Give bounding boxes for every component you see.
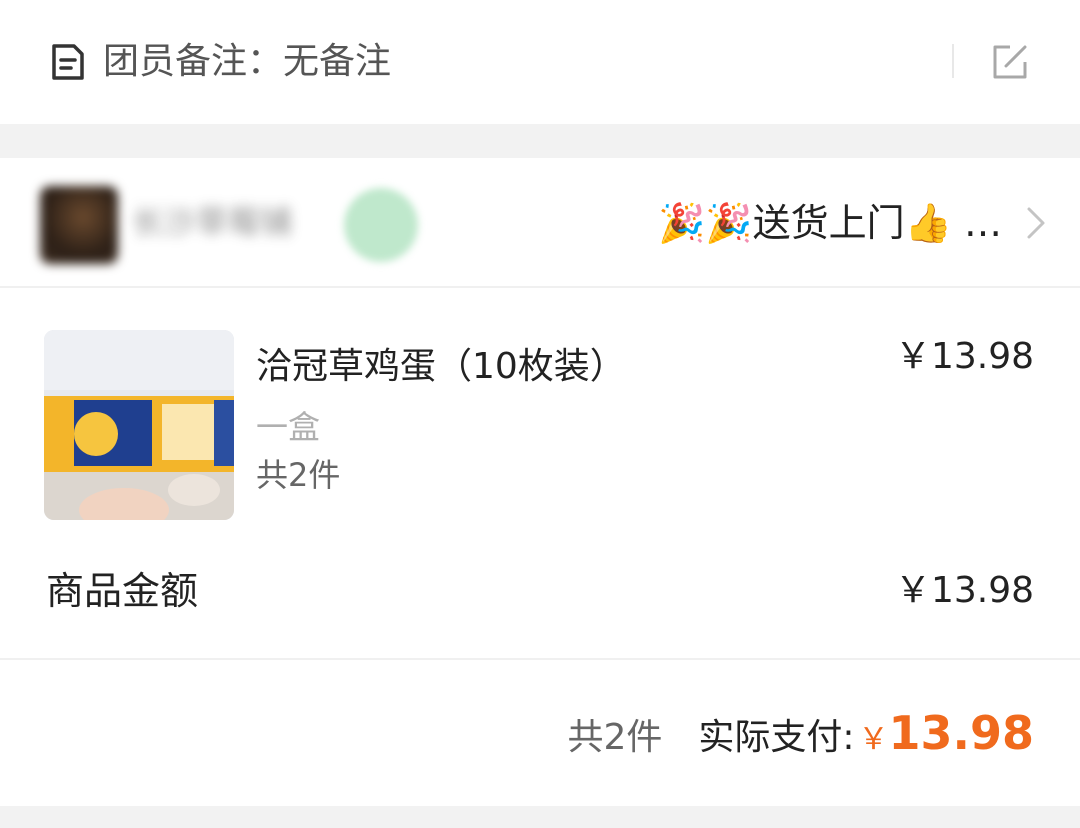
order-card: 长沙草莓铺 🎉🎉送货上门👍 … 洽冠草鸡蛋（10枚装） ￥13.98 一盒 共2… bbox=[0, 158, 1080, 806]
document-icon bbox=[52, 44, 84, 80]
store-avatar bbox=[40, 186, 118, 264]
divider bbox=[0, 286, 1080, 288]
product-price: ￥13.98 bbox=[894, 336, 1034, 377]
paid-amount: 13.98 bbox=[888, 706, 1034, 760]
subtotal-label: 商品金额 bbox=[46, 569, 199, 613]
edit-icon[interactable] bbox=[990, 42, 1030, 82]
subtotal-value: ￥13.98 bbox=[894, 570, 1034, 611]
product-name[interactable]: 洽冠草鸡蛋（10枚装） bbox=[256, 344, 626, 390]
member-note-row[interactable]: 团员备注：无备注 bbox=[0, 0, 1080, 124]
store-name: 长沙草莓铺 bbox=[132, 203, 293, 241]
member-note-label: 团员备注：无备注 bbox=[103, 41, 392, 82]
paid-currency: ￥ bbox=[858, 722, 889, 757]
chevron-right-icon[interactable] bbox=[1024, 204, 1048, 242]
divider bbox=[0, 658, 1080, 660]
product-quantity: 共2件 bbox=[256, 456, 341, 494]
delivery-text: 🎉🎉送货上门👍 … bbox=[658, 201, 1003, 245]
store-badge bbox=[344, 188, 418, 262]
total-count: 共2件 bbox=[567, 717, 663, 758]
paid-label: 实际支付: bbox=[698, 717, 855, 758]
vertical-divider bbox=[952, 44, 954, 78]
store-row[interactable]: 长沙草莓铺 🎉🎉送货上门👍 … bbox=[0, 158, 1080, 286]
product-image[interactable] bbox=[44, 330, 234, 520]
product-spec: 一盒 bbox=[256, 408, 321, 446]
payment-summary: 共2件 实际支付: ￥ 13.98 bbox=[567, 706, 1034, 760]
